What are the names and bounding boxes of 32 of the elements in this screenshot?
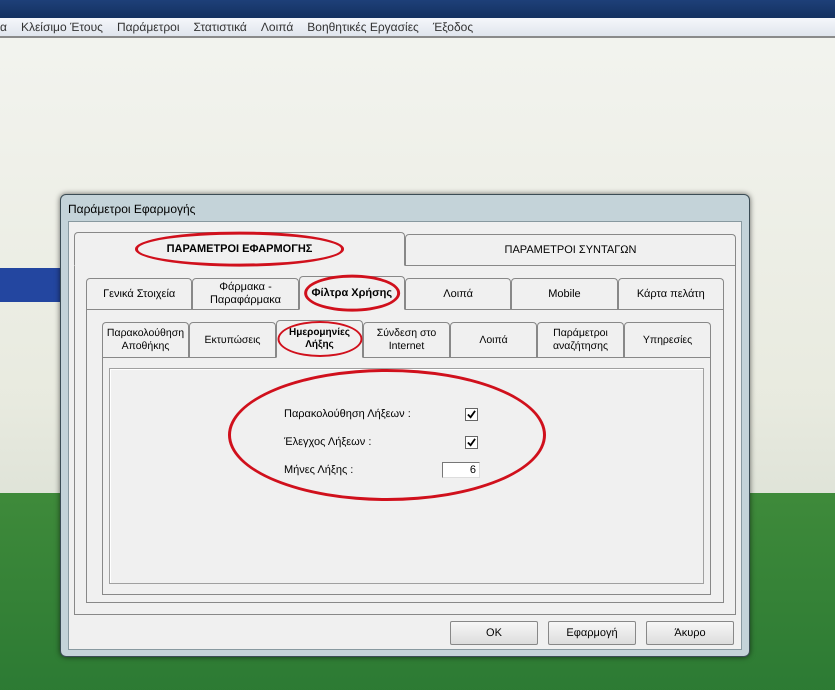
menu-item[interactable]: Λοιπά xyxy=(260,20,294,34)
number-field[interactable]: 6 xyxy=(442,462,480,478)
tab[interactable]: Κάρτα πελάτη xyxy=(618,278,724,309)
menu-item[interactable]: Έξοδος xyxy=(432,20,474,34)
menu-item[interactable]: Παράμετροι xyxy=(116,20,180,34)
tab[interactable]: ΠΑΡΑΜΕΤΡΟΙ ΣΥΝΤΑΓΩΝ xyxy=(405,234,736,265)
menu-item[interactable]: Κλείσιμο Έτους xyxy=(20,20,103,34)
tab[interactable]: Λοιπά xyxy=(450,322,537,357)
tab[interactable]: Φάρμακα - Παραφάρμακα xyxy=(192,278,299,309)
menu-item[interactable]: α xyxy=(0,20,7,34)
tab[interactable]: ΠΑΡΑΜΕΤΡΟΙ ΕΦΑΡΜΟΓΗΣ xyxy=(74,232,405,266)
field-label: Έλεγχος Λήξεων : xyxy=(284,436,372,448)
menu-item[interactable]: Στατιστικά xyxy=(194,20,247,34)
dialog-button[interactable]: Εφαρμογή xyxy=(548,621,636,645)
dialog-button[interactable]: OK xyxy=(450,621,538,645)
tab[interactable]: Σύνδεση στο Internet xyxy=(363,322,450,357)
menu-item[interactable]: Βοηθητικές Εργασίες xyxy=(307,20,419,34)
tab[interactable]: Φίλτρα Χρήσης xyxy=(298,276,405,310)
checkbox[interactable] xyxy=(465,436,478,448)
field-label: Παρακολούθηση Λήξεων : xyxy=(284,408,411,420)
tab[interactable]: Εκτυπώσεις xyxy=(189,322,276,357)
field-label: Μήνες Λήξης : xyxy=(284,464,354,476)
tab[interactable]: Παράμετροι αναζήτησης xyxy=(537,322,624,357)
tab[interactable]: Mobile xyxy=(511,278,618,309)
dialog-button[interactable]: Άκυρο xyxy=(646,621,734,645)
tab[interactable]: Ημερομηνίες Λήξης xyxy=(276,320,363,358)
checkbox[interactable] xyxy=(465,408,478,420)
window-title: Παράμετροι Εφαρμογής xyxy=(68,201,196,218)
tab[interactable]: Υπηρεσίες xyxy=(624,322,711,357)
tab[interactable]: Λοιπά xyxy=(404,278,512,309)
tab[interactable]: Παρακολούθηση Αποθήκης xyxy=(102,322,189,357)
tab[interactable]: Γενικά Στοιχεία xyxy=(86,278,192,309)
